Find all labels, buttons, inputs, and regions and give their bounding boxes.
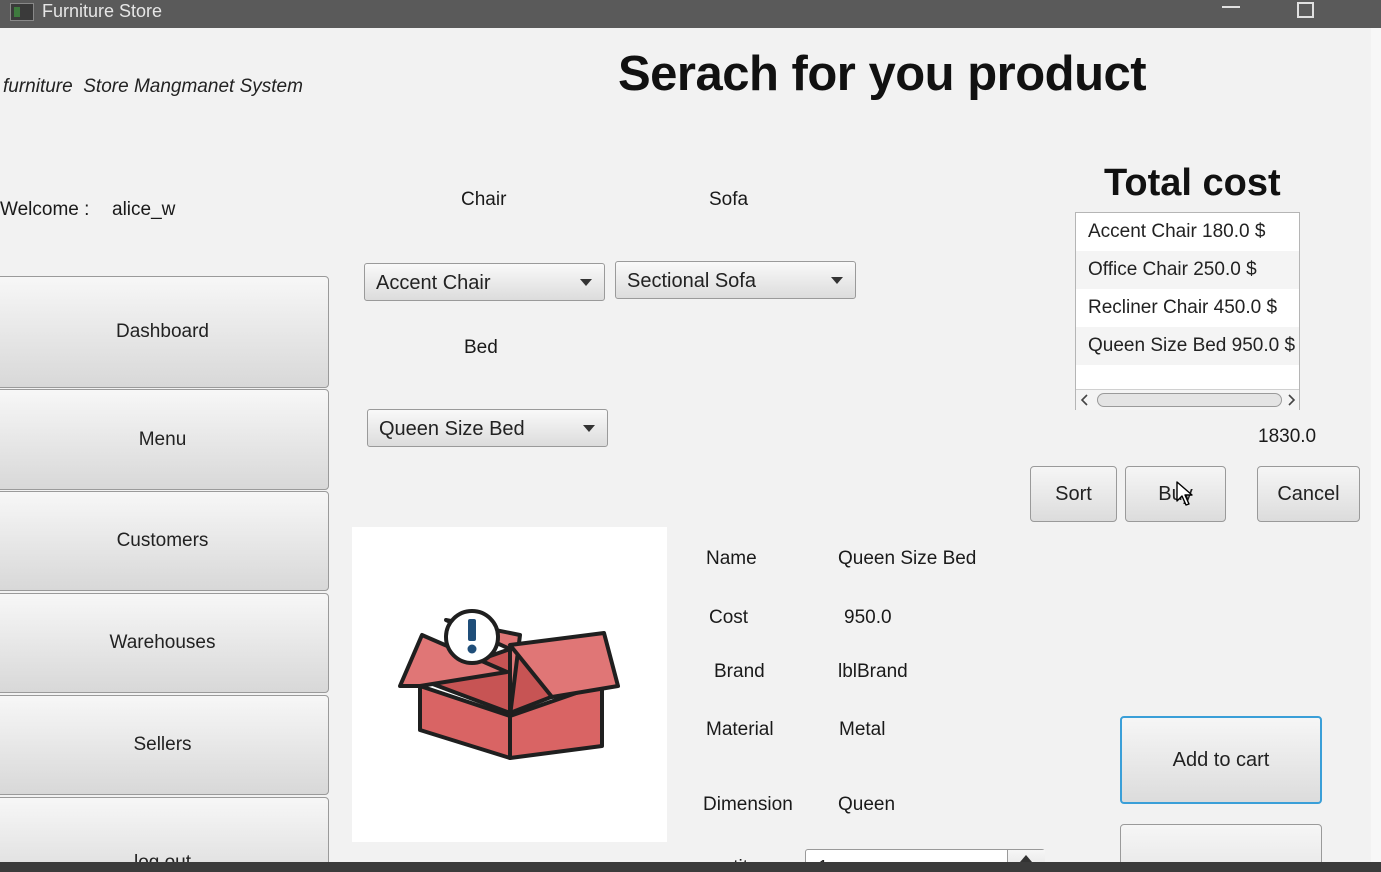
chevron-up-icon xyxy=(1020,855,1032,862)
customers-button[interactable]: Customers xyxy=(0,491,329,591)
material-value: Metal xyxy=(839,719,886,740)
scroll-left-icon[interactable] xyxy=(1080,394,1090,406)
chevron-down-icon xyxy=(831,277,843,284)
chair-dropdown[interactable]: Accent Chair xyxy=(364,263,605,301)
sofa-label: Sofa xyxy=(709,189,749,210)
chair-dropdown-value: Accent Chair xyxy=(376,272,491,294)
material-label: Material xyxy=(706,719,774,740)
dashboard-button[interactable]: Dashboard xyxy=(0,276,329,388)
cost-label: Cost xyxy=(709,607,749,628)
scrollbar-thumb[interactable] xyxy=(1097,393,1282,407)
chevron-down-icon xyxy=(583,425,595,432)
product-image xyxy=(352,527,667,842)
bed-dropdown[interactable]: Queen Size Bed xyxy=(367,409,608,447)
menu-button[interactable]: Menu xyxy=(0,389,329,490)
cart-list[interactable]: Accent Chair 180.0 $ Office Chair 250.0 … xyxy=(1075,212,1300,410)
welcome-username: alice_w xyxy=(112,199,176,220)
maximize-icon[interactable] xyxy=(1297,2,1314,18)
horizontal-scrollbar[interactable] xyxy=(1076,389,1299,410)
chair-label: Chair xyxy=(461,189,507,210)
brand-label: Brand xyxy=(714,661,765,682)
list-item[interactable]: Office Chair 250.0 $ xyxy=(1076,251,1299,289)
list-item[interactable]: Recliner Chair 450.0 $ xyxy=(1076,289,1299,327)
name-value: Queen Size Bed xyxy=(838,548,977,569)
bed-dropdown-value: Queen Size Bed xyxy=(379,418,525,440)
list-item[interactable]: Queen Size Bed 950.0 $ xyxy=(1076,327,1299,365)
sofa-dropdown[interactable]: Sectional Sofa xyxy=(615,261,856,299)
sofa-dropdown-value: Sectional Sofa xyxy=(627,270,756,292)
warehouses-button[interactable]: Warehouses xyxy=(0,593,329,693)
minimize-icon[interactable] xyxy=(1222,6,1240,8)
window-title: Furniture Store xyxy=(42,1,163,21)
stepper-up-button[interactable] xyxy=(1007,850,1045,862)
name-label: Name xyxy=(706,548,757,569)
window-edge xyxy=(1371,28,1381,872)
welcome-label: Welcome : xyxy=(0,199,90,220)
app-subtitle: furniture Store Mangmanet System xyxy=(3,76,303,97)
remove-button[interactable]: remove xyxy=(1120,824,1322,862)
add-to-cart-button[interactable]: Add to cart xyxy=(1120,716,1322,804)
logout-button[interactable]: log out xyxy=(0,797,329,862)
cost-value: 950.0 xyxy=(844,607,892,628)
total-cost-title: Total cost xyxy=(1104,162,1281,204)
app-icon xyxy=(10,3,34,21)
open-box-icon xyxy=(398,609,620,760)
dimension-label: Dimension xyxy=(703,794,793,815)
app-window: furniture Store Mangmanet System Serach … xyxy=(0,28,1371,862)
scroll-right-icon[interactable] xyxy=(1286,394,1296,406)
mouse-cursor-icon xyxy=(1176,481,1193,506)
sort-button[interactable]: Sort xyxy=(1030,466,1117,522)
brand-value: lblBrand xyxy=(838,661,908,682)
list-item[interactable]: Accent Chair 180.0 $ xyxy=(1076,213,1299,251)
quantity-stepper[interactable]: 1 xyxy=(805,849,1045,862)
cancel-button[interactable]: Cancel xyxy=(1257,466,1360,522)
taskbar-strip xyxy=(0,862,1381,872)
page-title: Serach for you product xyxy=(618,47,1147,101)
bed-label: Bed xyxy=(464,337,498,358)
dimension-value: Queen xyxy=(838,794,896,815)
title-bar: Furniture Store xyxy=(0,0,1381,28)
chevron-down-icon xyxy=(580,279,592,286)
total-value: 1830.0 xyxy=(1258,426,1317,447)
sellers-button[interactable]: Sellers xyxy=(0,695,329,795)
